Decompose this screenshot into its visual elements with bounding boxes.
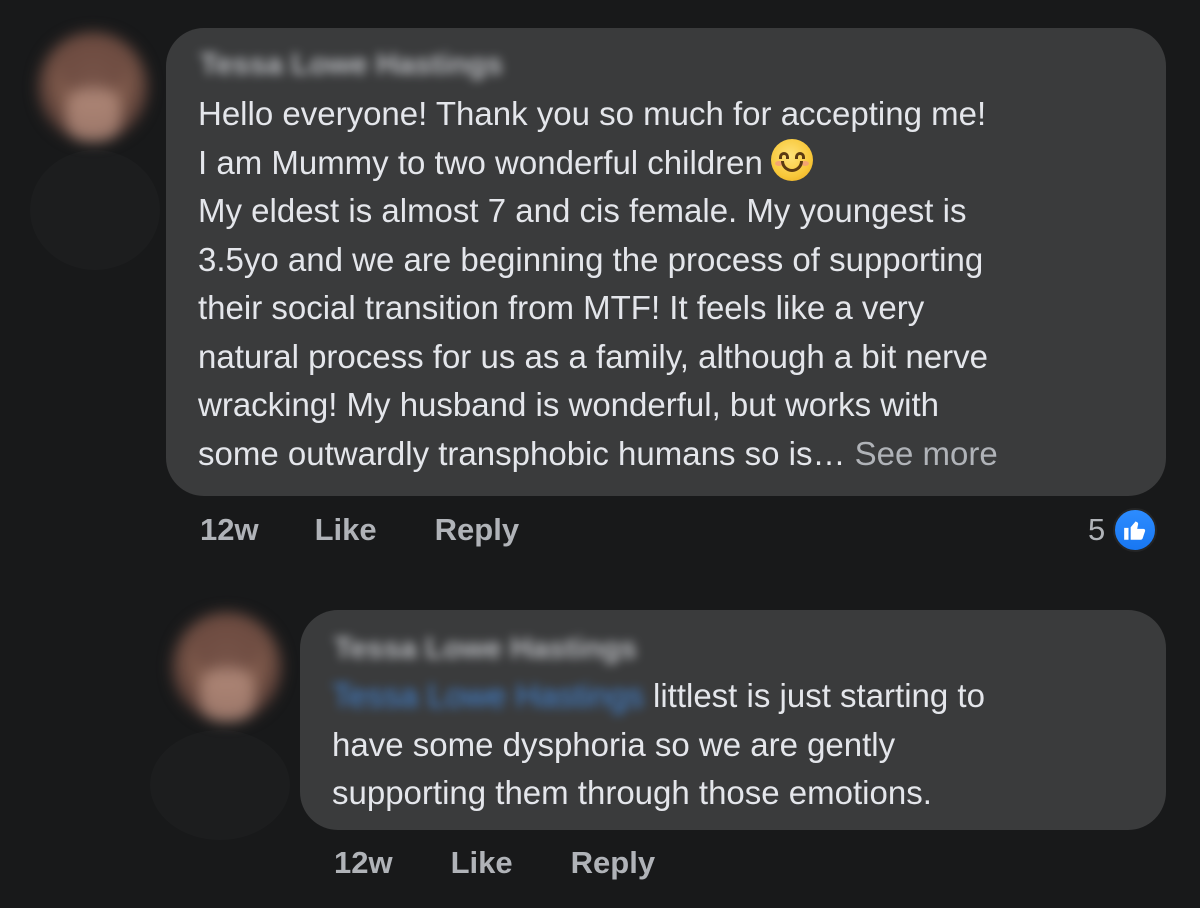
reply-button[interactable]: Reply <box>571 845 655 881</box>
comment-actions: 12w Like Reply <box>334 845 655 881</box>
avatar[interactable] <box>38 32 148 142</box>
comment-line: some outwardly transphobic humans so is…… <box>198 430 998 479</box>
thread-shadow <box>150 730 290 840</box>
reaction-count: 5 <box>1088 512 1106 547</box>
comment-line: My eldest is almost 7 and cis female. My… <box>198 192 967 229</box>
like-button[interactable]: Like <box>315 512 377 548</box>
comment-text: Hello everyone! Thank you so much for ac… <box>198 90 998 478</box>
comment-line: Tessa Lowe Hastings littlest is just sta… <box>332 672 985 721</box>
mention-link[interactable]: Tessa Lowe Hastings <box>332 677 644 714</box>
comment-line-text: some outwardly transphobic humans so is… <box>198 434 846 472</box>
comment-line: 3.5yo and we are beginning the process o… <box>198 240 984 278</box>
comment-author[interactable]: Tessa Lowe Hastings <box>200 48 503 82</box>
reply-bubble: Tessa Lowe Hastings Tessa Lowe Hastings … <box>300 610 1166 830</box>
comment-actions: 12w Like Reply <box>200 512 519 548</box>
avatar[interactable] <box>172 612 282 722</box>
see-more-link[interactable]: See more <box>855 435 998 472</box>
comment-line: I am Mummy to two wonderful children <box>198 138 998 188</box>
like-button[interactable]: Like <box>451 845 513 881</box>
comment-line: natural process for us as a family, alth… <box>198 337 988 375</box>
comment-line: wracking! My husband is wonderful, but w… <box>198 386 939 423</box>
thumbs-up-icon <box>1113 508 1158 552</box>
reply-button[interactable]: Reply <box>435 512 519 548</box>
comment-line-text: I am Mummy to two wonderful children <box>198 143 763 181</box>
comment-bubble: Tessa Lowe Hastings Hello everyone! Than… <box>166 28 1166 496</box>
comment-timestamp[interactable]: 12w <box>200 512 259 548</box>
comment-line: supporting them through those emotions. <box>332 774 932 811</box>
comment-line: Hello everyone! Thank you so much for ac… <box>198 95 987 132</box>
comments-thread: Tessa Lowe Hastings Hello everyone! Than… <box>0 0 1200 908</box>
comment-text: Tessa Lowe Hastings littlest is just sta… <box>332 672 985 818</box>
comment-line: their social transition from MTF! It fee… <box>198 289 925 326</box>
comment-author[interactable]: Tessa Lowe Hastings <box>334 632 637 666</box>
comment-timestamp[interactable]: 12w <box>334 845 393 881</box>
thread-shadow <box>30 150 160 270</box>
comment-line-text: littlest is just starting to <box>643 677 985 714</box>
reaction-summary[interactable]: 5 <box>1088 508 1158 552</box>
mention-name: Tessa Lowe Hastings <box>332 677 644 714</box>
smiling-face-emoji-icon <box>770 138 813 181</box>
comment-line: have some dysphoria so we are gently <box>332 725 896 763</box>
